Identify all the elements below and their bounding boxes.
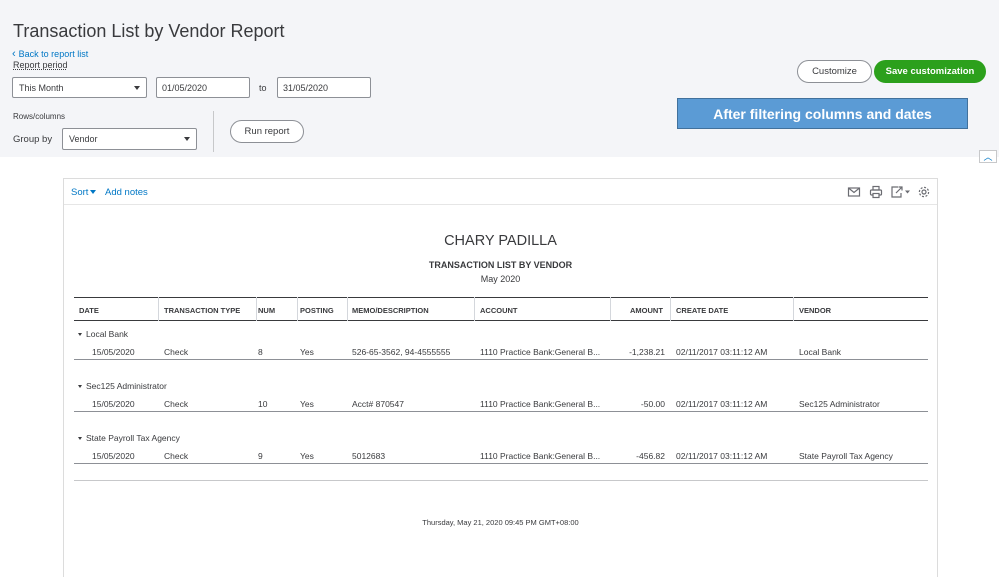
report-toolbar: Sort Add notes (64, 179, 937, 205)
group-header-local-bank[interactable]: Local Bank (78, 329, 128, 339)
cell-create-date: 02/11/2017 03:11:12 AM (676, 451, 768, 461)
cell-posting: Yes (300, 451, 314, 461)
cell-memo: Acct# 870547 (352, 399, 404, 409)
column-separator (297, 297, 298, 321)
cell-create-date: 02/11/2017 03:11:12 AM (676, 399, 768, 409)
cell-vendor: Sec125 Administrator (799, 399, 880, 409)
cell-type[interactable]: Check (164, 347, 188, 357)
group-by-select[interactable]: Vendor (62, 128, 197, 150)
group-by-label: Group by (13, 134, 53, 145)
column-header-memo[interactable]: MEMO/DESCRIPTION (352, 306, 429, 315)
column-separator (256, 297, 257, 321)
export-icon[interactable] (890, 185, 912, 199)
cell-vendor: State Payroll Tax Agency (799, 451, 893, 461)
cell-posting: Yes (300, 347, 314, 357)
divider (213, 111, 214, 152)
cell-num: 10 (258, 399, 268, 409)
cell-account: 1110 Practice Bank:General B... (480, 347, 601, 357)
caret-down-icon (78, 437, 82, 440)
cell-memo: 5012683 (352, 451, 386, 461)
divider (74, 411, 928, 412)
cell-num: 8 (258, 347, 263, 357)
add-notes-link[interactable]: Add notes (105, 187, 148, 198)
cell-account: 1110 Practice Bank:General B... (480, 451, 601, 461)
report-period: May 2020 (480, 274, 521, 284)
cell-amount[interactable]: -1,238.21 (610, 347, 665, 357)
column-header-account[interactable]: ACCOUNT (480, 306, 518, 315)
cell-vendor: Local Bank (799, 347, 842, 357)
cell-type[interactable]: Check (164, 451, 188, 461)
cell-type[interactable]: Check (164, 399, 188, 409)
divider (74, 297, 928, 298)
chevron-left-icon: ‹ (12, 48, 16, 60)
cell-date[interactable]: 15/05/2020 (92, 451, 135, 461)
to-label: to (259, 83, 267, 93)
column-header-create-date[interactable]: CREATE DATE (676, 306, 728, 315)
run-report-button[interactable]: Run report (230, 120, 304, 143)
caret-down-icon (78, 385, 82, 388)
cell-create-date: 02/11/2017 03:11:12 AM (676, 347, 768, 357)
save-customization-button[interactable]: Save customization (874, 60, 986, 83)
column-separator (158, 297, 159, 321)
divider (74, 463, 928, 464)
column-header-num[interactable]: NUM (258, 306, 275, 315)
group-header-sec125-administrator[interactable]: Sec125 Administrator (78, 381, 167, 391)
column-separator (347, 297, 348, 321)
caret-down-icon (184, 137, 190, 141)
customize-button[interactable]: Customize (797, 60, 872, 83)
company-name: CHARY PADILLA (444, 233, 557, 249)
chevron-up-icon: ︿ (983, 152, 993, 162)
cell-amount[interactable]: -456.82 (610, 451, 665, 461)
back-to-report-list-link[interactable]: ‹ Back to report list (12, 48, 88, 60)
column-separator (474, 297, 475, 321)
collapse-panel-button[interactable]: ︿ (979, 150, 997, 163)
annotation-banner: After filtering columns and dates (677, 98, 968, 129)
divider (74, 320, 928, 321)
column-header-posting[interactable]: POSTING (300, 306, 334, 315)
report-footer-timestamp: Thursday, May 21, 2020 09:45 PM GMT+08:0… (422, 518, 579, 527)
email-icon[interactable] (847, 185, 861, 199)
cell-date[interactable]: 15/05/2020 (92, 399, 135, 409)
cell-date[interactable]: 15/05/2020 (92, 347, 135, 357)
page-title: Transaction List by Vendor Report (13, 21, 285, 41)
divider (74, 480, 928, 481)
report-period-select[interactable]: This Month (12, 77, 147, 98)
caret-down-icon (134, 85, 140, 90)
date-to-input[interactable]: 31/05/2020 (277, 77, 371, 98)
cell-amount[interactable]: -50.00 (610, 399, 665, 409)
divider (74, 359, 928, 360)
column-separator (793, 297, 794, 321)
column-separator (670, 297, 671, 321)
column-header-vendor[interactable]: VENDOR (799, 306, 831, 315)
group-header-state-payroll-tax-agency[interactable]: State Payroll Tax Agency (78, 433, 180, 443)
report-settings-panel: Transaction List by Vendor Report ‹ Back … (0, 0, 999, 157)
report-title: TRANSACTION LIST BY VENDOR (428, 260, 573, 270)
settings-icon[interactable] (917, 185, 931, 199)
date-from-input[interactable]: 01/05/2020 (156, 77, 250, 98)
column-header-amount[interactable]: AMOUNT (630, 306, 663, 315)
rows-columns-label: Rows/columns (13, 112, 66, 121)
report-period-label: Report period (13, 60, 68, 70)
cell-num: 9 (258, 451, 263, 461)
sort-dropdown[interactable]: Sort (71, 187, 97, 198)
cell-account: 1110 Practice Bank:General B... (480, 399, 601, 409)
column-header-date[interactable]: DATE (79, 306, 99, 315)
report-card: Sort Add notes CHARY PADILLA TRANSACTION… (63, 178, 938, 577)
column-header-transaction-type[interactable]: TRANSACTION TYPE (164, 306, 240, 315)
caret-down-icon (78, 333, 82, 336)
cell-memo: 526-65-3562, 94-4555555 (352, 347, 451, 357)
cell-posting: Yes (300, 399, 314, 409)
caret-down-icon (90, 190, 97, 194)
column-separator (610, 297, 611, 321)
print-icon[interactable] (869, 185, 883, 199)
